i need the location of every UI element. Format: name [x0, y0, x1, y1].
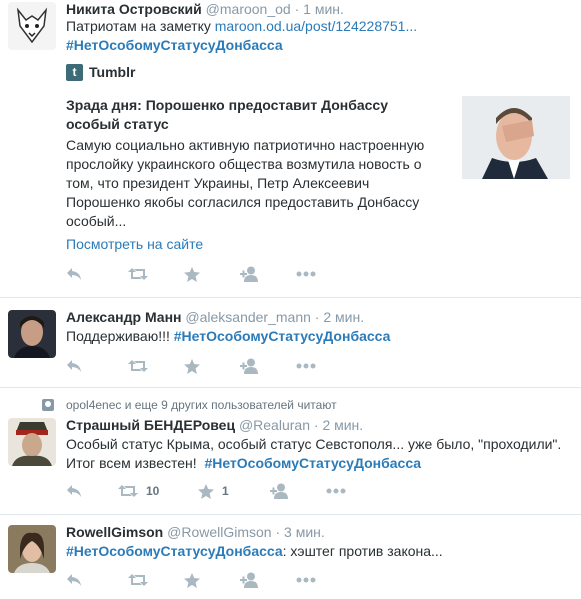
more-icon[interactable] [296, 577, 316, 583]
card-description: Самую социально активную патриотично нас… [66, 136, 451, 231]
tweet-link[interactable]: maroon.od.ua/post/124228751... [215, 18, 417, 34]
author-name[interactable]: Страшный БЕНДЕРовец [66, 417, 235, 433]
more-icon[interactable] [296, 363, 316, 369]
star-icon [198, 483, 214, 499]
separator-dot: · [275, 524, 281, 540]
social-context[interactable]: opol4enec и еще 9 других пользователей ч… [42, 398, 337, 412]
tweet-text-body: Поддерживаю!!! [66, 328, 174, 344]
author-handle[interactable]: @aleksander_mann [185, 309, 311, 325]
follow-icon[interactable] [240, 266, 296, 282]
card-thumbnail[interactable] [462, 96, 570, 179]
star-icon[interactable] [184, 358, 240, 374]
tweet-text: Патриотам на заметку maroon.od.ua/post/1… [66, 17, 417, 36]
avatar-bendera[interactable] [8, 418, 56, 466]
retweet-icon[interactable] [128, 359, 184, 373]
author-name[interactable]: Никита Островский [66, 1, 202, 17]
card-site-name: Tumblr [89, 64, 136, 80]
timestamp[interactable]: 3 мин. [284, 524, 325, 540]
tweet-text-line-1: Особый статус Крыма, особый статус Севст… [66, 436, 562, 452]
tweet-header: RowellGimson @RowellGimson · 3 мин. [66, 523, 325, 541]
reply-icon[interactable] [66, 267, 128, 281]
separator-dot: · [314, 309, 320, 325]
hashtag[interactable]: #НетОсобомуСтатусуДонбасса [66, 37, 283, 53]
star-icon[interactable] [184, 572, 240, 588]
tweet-text-body: Патриотам на заметку [66, 18, 215, 34]
hashtag[interactable]: #НетОсобомуСтатусуДонбасса [204, 455, 421, 471]
timestamp[interactable]: 2 мин. [322, 417, 363, 433]
card-title[interactable]: Зрада дня: Порошенко предоставит Донбасс… [66, 96, 426, 134]
follow-icon[interactable] [270, 483, 326, 499]
tweet-actions: 10 1 [66, 481, 346, 501]
tweet-4: RowellGimson @RowellGimson · 3 мин. #Нет… [0, 515, 581, 599]
tweet-text: #НетОсобомуСтатусуДонбасса: хэштег проти… [66, 542, 443, 561]
card-desc-line: прослойку украинского общества возмутила… [66, 156, 422, 172]
author-name[interactable]: Александр Манн [66, 309, 182, 325]
tweet-hashtag-line: #НетОсобомуСтатусуДонбасса [66, 36, 283, 55]
tumblr-icon: t [66, 63, 83, 81]
tweet-actions [66, 264, 316, 284]
hashtag[interactable]: #НетОсобомуСтатусуДонбасса [66, 543, 283, 559]
card-desc-line: особый... [66, 213, 127, 229]
retweet-button[interactable]: 10 [118, 484, 198, 498]
reply-icon[interactable] [66, 484, 118, 498]
tweet-1: Никита Островский @maroon_od · 1 мин. Па… [0, 0, 581, 296]
author-handle[interactable]: @Realuran [239, 417, 310, 433]
reply-icon[interactable] [66, 359, 128, 373]
more-icon[interactable] [296, 271, 316, 277]
timestamp[interactable]: 2 мин. [323, 309, 364, 325]
favorite-count: 1 [222, 484, 229, 498]
tweet-3: Страшный БЕНДЕРовец @Realuran · 2 мин. О… [0, 412, 581, 512]
view-on-site-link[interactable]: Посмотреть на сайте [66, 236, 203, 252]
tweet-text-body: : хэштег против закона... [282, 543, 443, 559]
divider [0, 387, 581, 388]
tweet-actions [66, 356, 316, 376]
author-name[interactable]: RowellGimson [66, 524, 163, 540]
retweet-icon[interactable] [128, 267, 184, 281]
card-source[interactable]: t Tumblr [66, 62, 135, 82]
author-handle[interactable]: @RowellGimson [167, 524, 271, 540]
reply-icon[interactable] [66, 573, 128, 587]
tweet-header: Александр Манн @aleksander_mann · 2 мин. [66, 308, 364, 326]
retweet-count: 10 [146, 484, 160, 498]
tweet-text-body: Итог всем известен! [66, 455, 205, 471]
avatar-aleksandr[interactable] [8, 310, 56, 358]
author-handle[interactable]: @maroon_od [206, 1, 291, 17]
hashtag[interactable]: #НетОсобомуСтатусуДонбасса [174, 328, 391, 344]
tweet-text-line-2: Итог всем известен! #НетОсобомуСтатусуДо… [66, 454, 421, 473]
tweet-header: Никита Островский @maroon_od · 1 мин. [66, 0, 344, 18]
card-desc-line: том, что президент Украины, Петр Алексее… [66, 175, 370, 191]
tweet-actions [66, 570, 316, 590]
avatar-rowell[interactable] [8, 525, 56, 573]
timestamp[interactable]: 1 мин. [303, 1, 344, 17]
more-icon[interactable] [326, 488, 346, 494]
social-context-text: opol4enec и еще 9 других пользователей ч… [66, 398, 337, 412]
tweet-text: Поддерживаю!!! #НетОсобомуСтатусуДонбасс… [66, 327, 390, 346]
avatar-nikita[interactable] [8, 2, 56, 50]
separator-dot: · [313, 417, 319, 433]
favorite-button[interactable]: 1 [198, 483, 270, 499]
retweet-icon[interactable] [128, 573, 184, 587]
card-desc-line: Порошенко якобы согласился предоставить … [66, 194, 420, 210]
separator-dot: · [294, 1, 300, 17]
user-icon [42, 399, 54, 411]
follow-icon[interactable] [240, 572, 296, 588]
card-desc-line: Самую социально активную патриотично нас… [66, 137, 425, 153]
retweet-icon [118, 485, 138, 497]
tweet-header: Страшный БЕНДЕРовец @Realuran · 2 мин. [66, 416, 363, 434]
follow-icon[interactable] [240, 358, 296, 374]
tweet-2: Александр Манн @aleksander_mann · 2 мин.… [0, 298, 581, 386]
star-icon[interactable] [184, 266, 240, 282]
